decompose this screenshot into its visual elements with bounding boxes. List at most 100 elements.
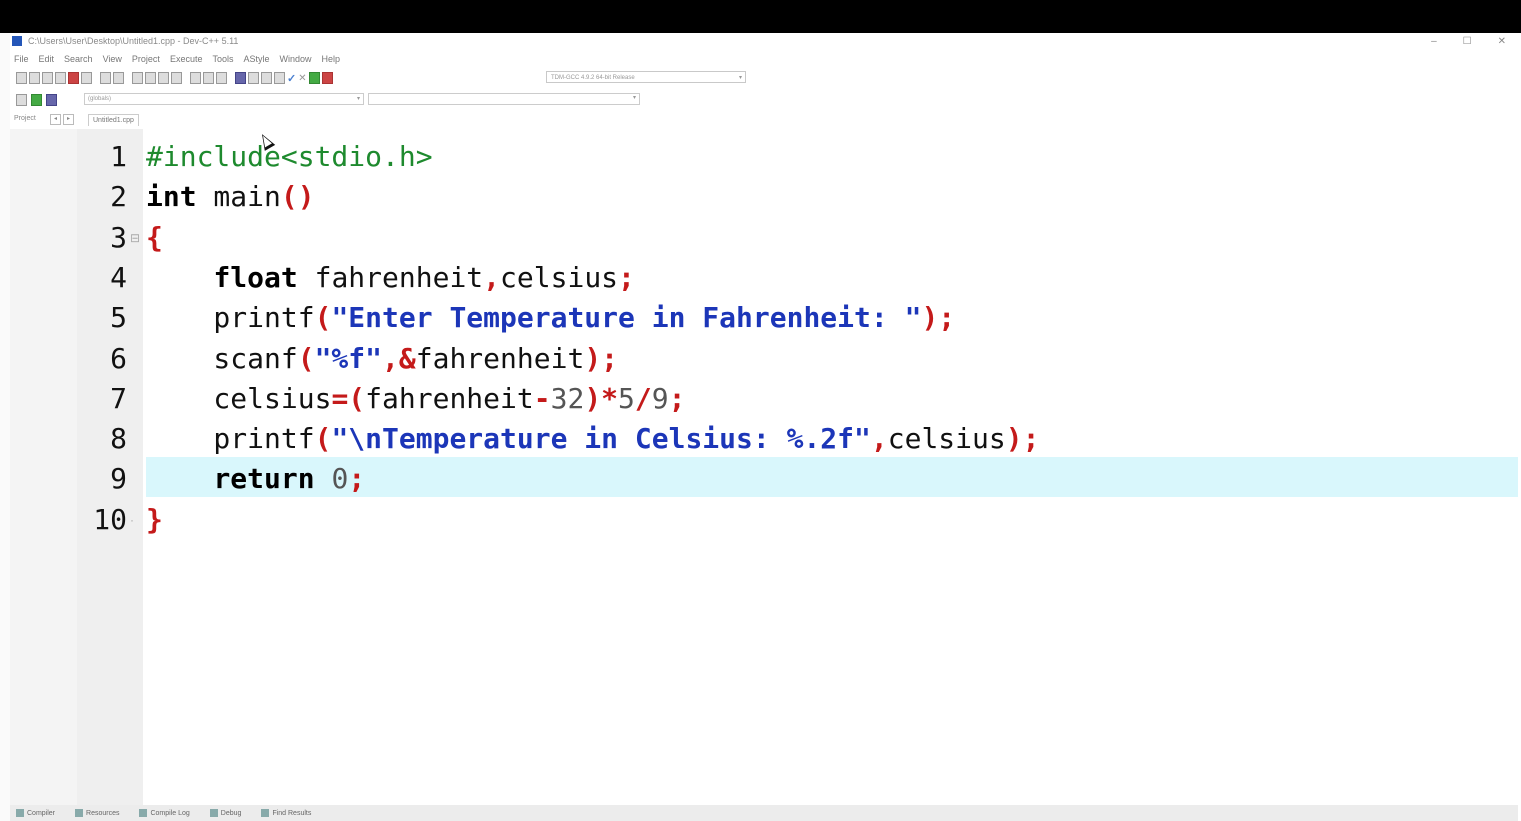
member-select[interactable]: ▾ [368,93,640,105]
find-icon[interactable] [132,72,143,84]
code-token: () [280,180,315,213]
debug-icon[interactable] [308,72,320,84]
code-line[interactable]: } [146,500,163,540]
menu-file[interactable]: File [14,54,29,64]
menu-edit[interactable]: Edit [39,54,55,64]
code-token: )* [584,382,619,415]
class-browser-icon[interactable] [16,94,27,106]
run-icon[interactable] [248,72,259,84]
code-token: "\nTemperature in Celsius: %.2f" [331,422,871,455]
code-token: / [634,382,652,415]
close-button[interactable]: ✕ [1498,36,1506,47]
toggle-icon[interactable] [46,94,57,106]
code-line[interactable]: float fahrenheit,celsius; [146,258,634,298]
rebuild-icon[interactable] [274,72,285,84]
edit-tools [100,72,124,84]
fold-marker[interactable]: ⊟ [130,218,140,258]
indent-icon[interactable] [190,72,201,84]
unindent-icon[interactable] [203,72,214,84]
build-tools: ✓ ✕ [235,72,333,85]
open-icon[interactable] [29,72,40,84]
save-all-icon[interactable] [55,72,66,84]
tab-project[interactable]: Project [14,115,36,122]
tab-resources[interactable]: Resources [75,809,119,817]
compile-run-icon[interactable] [261,72,272,84]
line-number: 2 [110,180,127,213]
code-token: ); [921,301,956,334]
goto-icon[interactable] [158,72,169,84]
maximize-button[interactable]: ☐ [1463,36,1472,47]
line-number: 5 [110,301,127,334]
compile-icon[interactable] [235,72,246,84]
compiler-select[interactable]: TDM-GCC 4.9.2 64-bit Release ▾ [546,71,746,83]
next-tab-button[interactable]: ▸ [63,114,74,125]
code-token: "%f" [314,342,383,375]
code-token: printf [146,301,315,334]
app-icon [12,36,22,46]
menu-execute[interactable]: Execute [170,54,203,64]
menu-view[interactable]: View [103,54,122,64]
tab-find-results[interactable]: Find Results [261,809,311,817]
new-file-icon[interactable] [16,72,27,84]
toggle-comment-icon[interactable] [216,72,227,84]
code-token: scanf [146,342,298,375]
code-token: ( [314,301,332,334]
code-token: "Enter Temperature in Fahrenheit: " [331,301,922,334]
code-token: } [146,503,163,536]
tab-resources-label: Resources [86,809,120,817]
code-line[interactable]: int main() [146,177,315,217]
menu-project[interactable]: Project [132,54,160,64]
code-line[interactable]: #include<stdio.h> [146,137,433,177]
code-token: main [196,180,281,213]
print-icon[interactable] [81,72,92,84]
minimize-button[interactable]: – [1431,36,1437,47]
replace-icon[interactable] [145,72,156,84]
tab-compile-log-label: Compile Log [150,809,190,817]
tab-debug-label: Debug [220,809,242,817]
stop-icon[interactable] [321,72,333,84]
line-number: 7 [110,382,127,415]
code-line[interactable]: printf("\nTemperature in Celsius: %.2f",… [146,419,1039,459]
line-number: 8 [110,422,127,455]
chevron-down-icon: ▾ [738,75,742,81]
close-file-icon[interactable] [68,72,79,84]
chevron-down-icon: ▾ [632,95,636,101]
save-icon[interactable] [42,72,53,84]
code-token: fahrenheit [365,382,534,415]
bookmark-icon[interactable] [171,72,182,84]
code-line[interactable]: printf("Enter Temperature in Fahrenheit:… [146,298,955,338]
code-token: ,& [382,342,416,375]
tab-compile-log[interactable]: Compile Log [139,809,190,817]
code-line[interactable]: { [146,218,163,258]
insert-icon[interactable] [31,94,42,106]
tab-compiler[interactable]: Compiler [16,809,55,817]
redo-icon[interactable] [113,72,124,84]
clean-icon[interactable]: ✕ [298,73,306,84]
compiler-icon [16,809,24,817]
chevron-down-icon: ▾ [356,96,360,102]
tab-untitled1[interactable]: Untitled1.cpp [88,114,139,126]
line-number: 9 [110,462,127,495]
fold-marker[interactable]: · [130,500,134,540]
menu-window[interactable]: Window [280,54,312,64]
code-line[interactable]: scanf("%f",&fahrenheit); [146,339,618,379]
syntax-check-icon[interactable]: ✓ [287,72,296,85]
undo-icon[interactable] [100,72,111,84]
code-line[interactable]: celsius=(fahrenheit-32)*5/9; [146,379,685,419]
panel-nav: ◂ ▸ [50,114,74,125]
code-line[interactable]: return 0; [146,459,365,499]
menu-help[interactable]: Help [322,54,341,64]
code-token: fahrenheit [415,342,585,375]
project-panel [10,129,77,805]
menu-tools[interactable]: Tools [212,54,233,64]
prev-tab-button[interactable]: ◂ [50,114,61,125]
tab-debug[interactable]: Debug [209,809,242,817]
code-token: celsius [146,382,332,415]
line-number: 3 [110,221,127,254]
menu-search[interactable]: Search [64,54,93,64]
menu-astyle[interactable]: AStyle [243,54,269,64]
class-select[interactable]: (globals) ▾ [84,93,364,105]
left-edge [0,33,10,821]
